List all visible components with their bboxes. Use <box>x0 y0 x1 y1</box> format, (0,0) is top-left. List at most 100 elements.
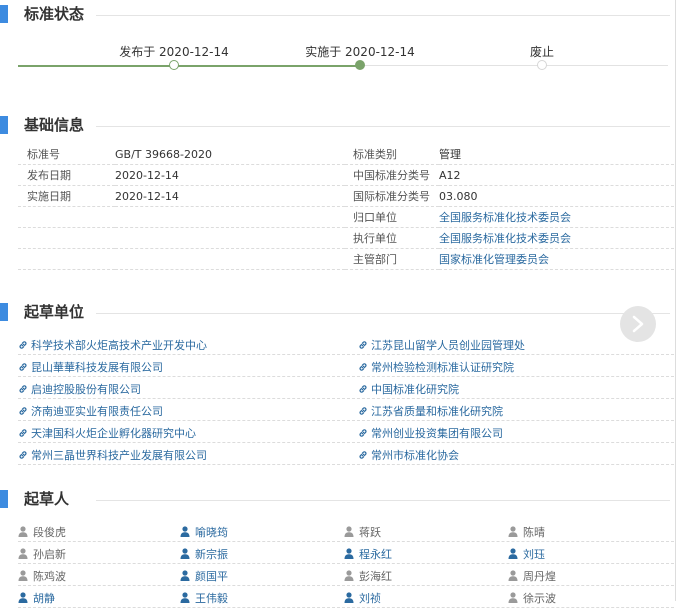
person-icon <box>180 526 190 537</box>
info-label: 国际标准分类号 <box>353 190 430 203</box>
info-label: 归口单位 <box>353 211 397 224</box>
drafting-unit-name: 常州创业投资集团有限公司 <box>371 427 503 440</box>
drafting-unit-link[interactable]: 启迪控股股份有限公司 <box>18 381 141 397</box>
drafting-unit-link[interactable]: 济南迪亚实业有限责任公司 <box>18 403 163 419</box>
drafting-unit-name: 中国标准化研究院 <box>371 383 459 396</box>
drafting-unit-link[interactable]: 昆山華華科技发展有限公司 <box>18 359 163 375</box>
drafter: 蒋跃 <box>344 524 381 540</box>
drafter-name: 胡静 <box>33 592 55 605</box>
section-title: 起草单位 <box>24 303 85 321</box>
unit-row: 济南迪亚实业有限责任公司 江苏省质量和标准化研究院 <box>18 399 674 421</box>
drafting-unit-name: 常州检验检测标准认证研究院 <box>371 361 514 374</box>
drafting-unit-name: 科学技术部火炬高技术产业开发中心 <box>31 339 207 352</box>
drafting-unit-link[interactable]: 科学技术部火炬高技术产业开发中心 <box>18 337 207 353</box>
unit-row: 常州三晶世界科技产业发展有限公司 常州市标准化协会 <box>18 443 674 465</box>
chevron-right-icon <box>632 315 644 333</box>
timeline-dot-implemented <box>355 60 365 70</box>
info-label-cell: 实施日期 <box>18 185 115 207</box>
drafter: 徐示波 <box>508 590 556 606</box>
drafter[interactable]: 程永红 <box>344 546 392 562</box>
drafter-name: 彭海红 <box>359 570 392 583</box>
drafter-name: 程永红 <box>359 548 392 561</box>
person-icon <box>508 526 518 537</box>
info-value-cell: 2020-12-14 <box>115 164 345 186</box>
drafting-unit-link[interactable]: 常州市标准化协会 <box>358 447 459 463</box>
drafting-unit-link[interactable]: 江苏省质量和标准化研究院 <box>358 403 503 419</box>
drafting-unit-name: 天津国科火炬企业孵化器研究中心 <box>31 427 196 440</box>
drafter[interactable]: 刘珏 <box>508 546 545 562</box>
drafter-name: 周丹煌 <box>523 570 556 583</box>
info-value-cell: 全国服务标准化技术委员会 <box>439 206 674 228</box>
drafter-row: 孙启新 新宗振 程永红 刘珏 <box>18 542 674 564</box>
drafting-unit-link[interactable]: 江苏昆山留学人员创业园管理处 <box>358 337 525 353</box>
unit-row: 天津国科火炬企业孵化器研究中心 常州创业投资集团有限公司 <box>18 421 674 443</box>
person-icon <box>508 570 518 581</box>
info-value-cell <box>115 206 345 228</box>
drafting-unit-link[interactable]: 常州创业投资集团有限公司 <box>358 425 503 441</box>
info-value-cell: 国家标准化管理委员会 <box>439 248 674 270</box>
info-label-cell <box>18 248 115 270</box>
drafter-name: 段俊虎 <box>33 526 66 539</box>
person-icon <box>18 592 28 603</box>
section-divider <box>96 313 670 314</box>
section-marker <box>0 303 8 321</box>
basic-info-table: 标准号 GB/T 39668-2020 标准类别 管理 发布日期 2020-12-14 中国… <box>18 144 674 270</box>
drafting-unit-link[interactable]: 常州三晶世界科技产业发展有限公司 <box>18 447 207 463</box>
info-label-cell: 主管部门 <box>345 248 439 270</box>
info-value: 2020-12-14 <box>115 168 179 182</box>
drafter-name: 刘珏 <box>523 548 545 561</box>
unit-row: 启迪控股股份有限公司 中国标准化研究院 <box>18 377 674 399</box>
section-title: 标准状态 <box>24 5 85 23</box>
person-icon <box>180 592 190 603</box>
link-icon <box>359 363 367 371</box>
section-marker <box>0 490 8 508</box>
info-link[interactable]: 全国服务标准化技术委员会 <box>439 232 571 245</box>
section-basic-header: 基础信息 <box>0 114 670 138</box>
info-link[interactable]: 国家标准化管理委员会 <box>439 253 549 266</box>
drafter-name: 孙启新 <box>33 548 66 561</box>
drafting-unit-name: 江苏昆山留学人员创业园管理处 <box>371 339 525 352</box>
drafter-row: 陈鸡波 颜国平 彭海红 周丹煌 <box>18 564 674 586</box>
person-icon <box>344 592 354 603</box>
timeline-progress-line <box>18 65 360 67</box>
info-label: 标准号 <box>27 148 60 161</box>
info-label-cell: 中国标准分类号 <box>345 164 439 186</box>
drafting-unit-link[interactable]: 常州检验检测标准认证研究院 <box>358 359 514 375</box>
info-row: 标准号 GB/T 39668-2020 标准类别 管理 <box>18 144 674 165</box>
info-value-cell: A12 <box>439 164 674 186</box>
drafter[interactable]: 刘祯 <box>344 590 381 606</box>
person-icon <box>344 548 354 559</box>
section-divider <box>96 15 670 16</box>
drafter[interactable]: 喻晓筠 <box>180 524 228 540</box>
drafter-name: 陈晴 <box>523 526 545 539</box>
drafter[interactable]: 颜国平 <box>180 568 228 584</box>
info-value-cell: 全国服务标准化技术委员会 <box>439 227 674 249</box>
timeline-dot-abolished <box>537 60 547 70</box>
link-icon <box>359 429 367 437</box>
info-row: 发布日期 2020-12-14 中国标准分类号 A12 <box>18 164 674 186</box>
info-value: 03.080 <box>439 189 478 203</box>
info-link[interactable]: 全国服务标准化技术委员会 <box>439 211 571 224</box>
link-icon <box>359 385 367 393</box>
section-divider <box>96 126 670 127</box>
drafter[interactable]: 胡静 <box>18 590 55 606</box>
info-value: 管理 <box>439 148 461 161</box>
drafter[interactable]: 王伟毅 <box>180 590 228 606</box>
drafting-unit-link[interactable]: 天津国科火炬企业孵化器研究中心 <box>18 425 196 441</box>
link-icon <box>359 451 367 459</box>
person-icon <box>344 570 354 581</box>
section-title: 基础信息 <box>24 116 85 134</box>
drafting-unit-link[interactable]: 中国标准化研究院 <box>358 381 459 397</box>
timeline-step-published-label: 发布于 2020-12-14 <box>119 45 229 59</box>
drafter-name: 新宗振 <box>195 548 228 561</box>
person-icon <box>508 548 518 559</box>
drafter[interactable]: 新宗振 <box>180 546 228 562</box>
next-page-button[interactable] <box>620 306 656 342</box>
info-value: GB/T 39668-2020 <box>115 147 212 161</box>
person-icon <box>344 526 354 537</box>
info-label: 发布日期 <box>27 169 71 182</box>
drafter-row: 胡静 王伟毅 刘祯 徐示波 <box>18 586 674 608</box>
drafters-list: 段俊虎 喻晓筠 蒋跃 陈晴 孙启新 新宗振 程永红 刘珏 陈鸡波 颜国平 彭海红 周丹煌 胡静 王伟毅 刘祯… <box>18 520 674 608</box>
person-icon <box>180 570 190 581</box>
info-row: 主管部门 国家标准化管理委员会 <box>18 248 674 270</box>
